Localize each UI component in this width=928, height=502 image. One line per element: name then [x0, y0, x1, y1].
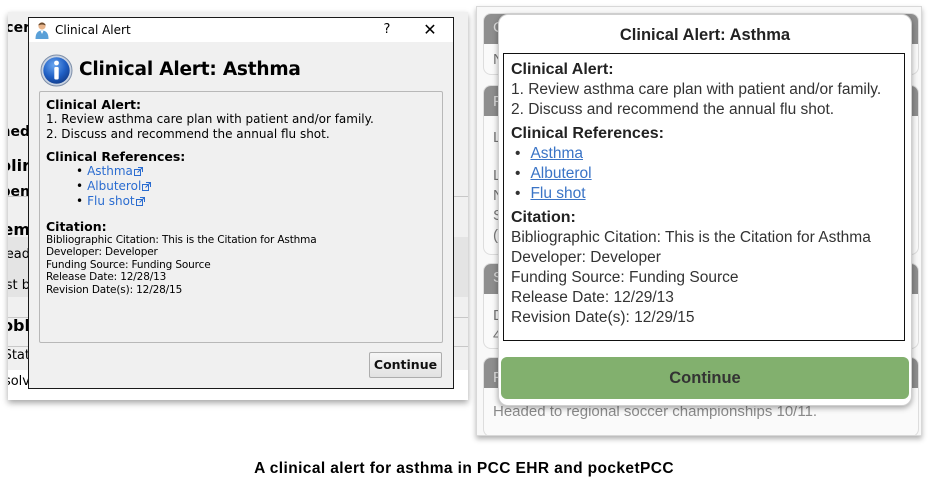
background-text-fragment: obl — [8, 316, 30, 335]
citation-heading: Citation: — [511, 209, 576, 226]
references-list: Asthma Albuterol Flu shot — [46, 164, 436, 209]
reference-link-flu-shot[interactable]: Flu shot — [87, 194, 135, 208]
continue-button[interactable]: Continue — [501, 357, 909, 399]
background-text-fragment: ead — [8, 247, 30, 262]
external-link-icon — [142, 182, 152, 191]
alert-content-box: Clinical Alert: 1. Review asthma care pl… — [503, 53, 905, 341]
user-doctor-icon — [35, 22, 49, 39]
background-text-fragment: ost b — [8, 278, 30, 293]
reference-link-asthma[interactable]: Asthma — [530, 145, 583, 162]
modal-title: Clinical Alert: Asthma — [619, 26, 791, 44]
citation-line: Funding Source: Funding Source — [511, 269, 739, 286]
reference-item: Flu shot — [76, 194, 436, 209]
citation-line: Bibliographic Citation: This is the Cita… — [511, 229, 871, 246]
background-text-fragment: solv — [8, 374, 30, 389]
citation-line: Bibliographic Citation: This is the Cita… — [46, 234, 317, 246]
reference-link-albuterol[interactable]: Albuterol — [530, 165, 591, 182]
reference-item: Albuterol — [530, 164, 897, 184]
pocketpcc-alert-modal: Clinical Alert: Asthma Clinical Alert: 1… — [498, 14, 912, 406]
background-text-fragment: em — [8, 220, 30, 239]
alert-line: 2. Discuss and recommend the annual flu … — [511, 101, 835, 118]
clinical-alert-heading: Clinical Alert: — [511, 61, 614, 78]
citation-line: Developer: Developer — [46, 246, 158, 259]
alert-line: 1. Review asthma care plan with patient … — [46, 112, 374, 126]
clinical-references-heading: Clinical References: — [46, 149, 186, 164]
help-button[interactable]: ? — [377, 20, 397, 40]
citation-heading: Citation: — [46, 219, 107, 234]
citation-line: Funding Source: Funding Source — [46, 258, 211, 271]
info-icon — [40, 54, 73, 87]
clinical-references-heading: Clinical References: — [511, 125, 664, 142]
citation-line: Release Date: 12/28/13 — [46, 271, 167, 284]
dialog-titlebar[interactable]: Clinical Alert ? ✕ — [29, 18, 453, 42]
background-text-fragment: cer — [8, 20, 30, 36]
clinical-alert-heading: Clinical Alert: — [46, 97, 141, 112]
dialog-heading: Clinical Alert: Asthma — [79, 59, 301, 80]
background-text-fragment: olir — [8, 156, 30, 175]
dialog-title: Clinical Alert — [55, 23, 131, 37]
reference-link-flu-shot[interactable]: Flu shot — [530, 185, 585, 202]
references-list: Asthma Albuterol Flu shot — [511, 144, 897, 204]
figure-caption: A clinical alert for asthma in PCC EHR a… — [254, 460, 674, 477]
clinical-alert-dialog: Clinical Alert ? ✕ Clinical Alert: Asthm… — [28, 17, 454, 389]
alert-line: 1. Review asthma care plan with patient … — [511, 81, 882, 98]
continue-button[interactable]: Continue — [369, 352, 442, 378]
background-text-fragment: pen — [8, 184, 30, 200]
reference-item: Asthma — [76, 164, 436, 179]
citation-line: Release Date: 12/29/13 — [511, 289, 674, 306]
alert-line: 2. Discuss and recommend the annual flu … — [46, 127, 330, 141]
reference-item: Flu shot — [530, 184, 897, 204]
reference-link-albuterol[interactable]: Albuterol — [87, 179, 141, 193]
citation-line: Revision Date(s): 12/28/15 — [46, 283, 183, 296]
external-link-icon — [133, 167, 143, 176]
external-link-icon — [135, 197, 145, 206]
reference-link-asthma[interactable]: Asthma — [87, 164, 133, 178]
alert-content-box: Clinical Alert: 1. Review asthma care pl… — [39, 91, 443, 343]
reference-item: Asthma — [530, 144, 897, 164]
citation-line: Developer: Developer — [511, 249, 661, 266]
citation-line: Revision Date(s): 12/29/15 — [511, 309, 695, 326]
reference-item: Albuterol — [76, 179, 436, 194]
close-button[interactable]: ✕ — [419, 20, 441, 40]
background-text-fragment: Stat — [8, 348, 30, 363]
background-text-fragment: ned — [8, 124, 30, 140]
